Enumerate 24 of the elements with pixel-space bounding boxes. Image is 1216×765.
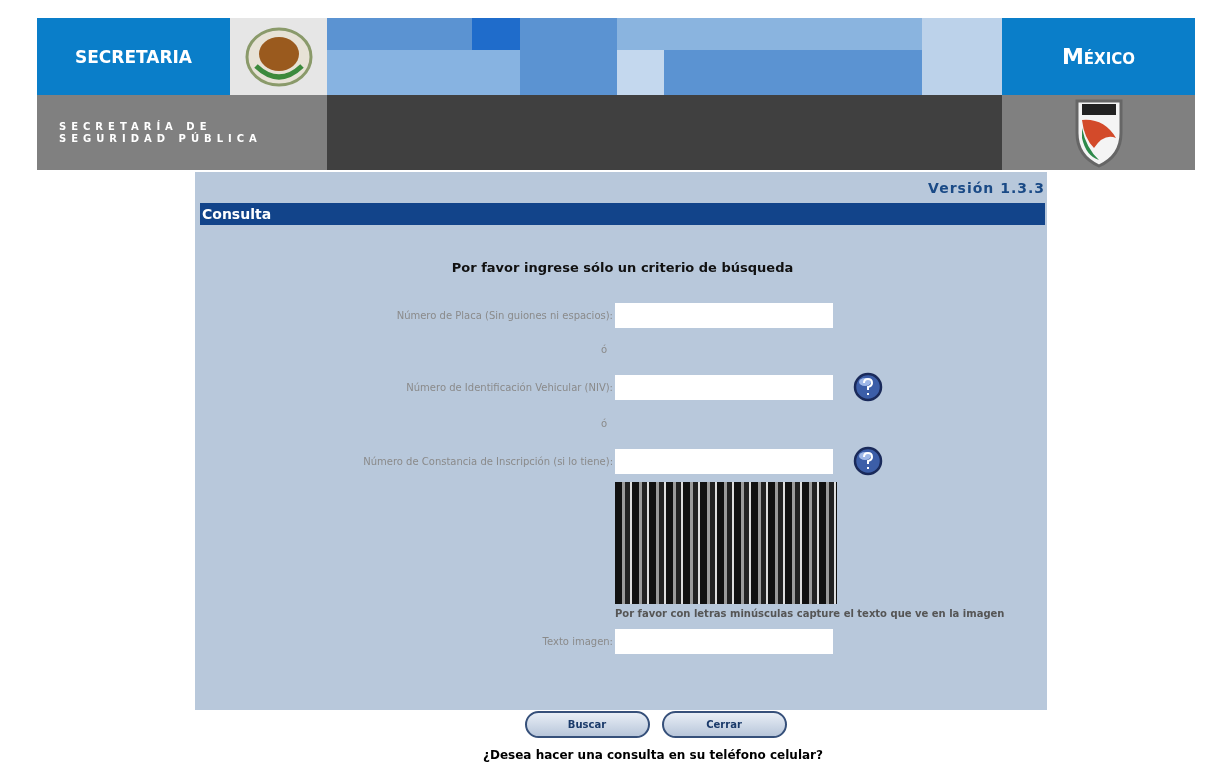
input-field[interactable] [615, 448, 833, 474]
field-label: Número de Placa (Sin guiones ni espacios): [395, 310, 613, 321]
country-title: México [1061, 44, 1135, 69]
version-label: Versión 1.3.3 [928, 179, 1045, 196]
form-button[interactable]: Cerrar [661, 711, 787, 738]
agency-name: SECRETARÍA DE SEGURIDAD PÚBLICA [59, 120, 263, 145]
instruction-text: Por favor ingrese sólo un criterio de búsqueda [450, 260, 795, 275]
header-title: SECRETARIA [74, 46, 192, 67]
help-icon[interactable] [853, 372, 883, 402]
help-icon[interactable] [853, 446, 883, 476]
field-label: Número de Constancia de Inscripción (si lo tiene): [362, 455, 613, 467]
field-label: Número de Identificación Vehicular (NIV): [405, 381, 613, 393]
shield-icon [1073, 97, 1124, 168]
input-field[interactable] [615, 374, 833, 400]
captcha-hint: Por favor con letras minúsculas capture el texto que ve en la imagen [615, 608, 1006, 619]
emblem-icon [243, 25, 314, 88]
input-field[interactable] [615, 303, 833, 328]
or-label: ó [599, 417, 608, 431]
section-header: Consulta [200, 203, 1045, 225]
footer-question: ¿Desea hacer una consulta en su teléfono celular? [482, 748, 824, 762]
or-label: ó [599, 343, 608, 357]
captcha-input[interactable] [615, 629, 833, 654]
field-label: Texto imagen: [541, 636, 613, 647]
form-button[interactable]: Buscar [524, 711, 650, 738]
